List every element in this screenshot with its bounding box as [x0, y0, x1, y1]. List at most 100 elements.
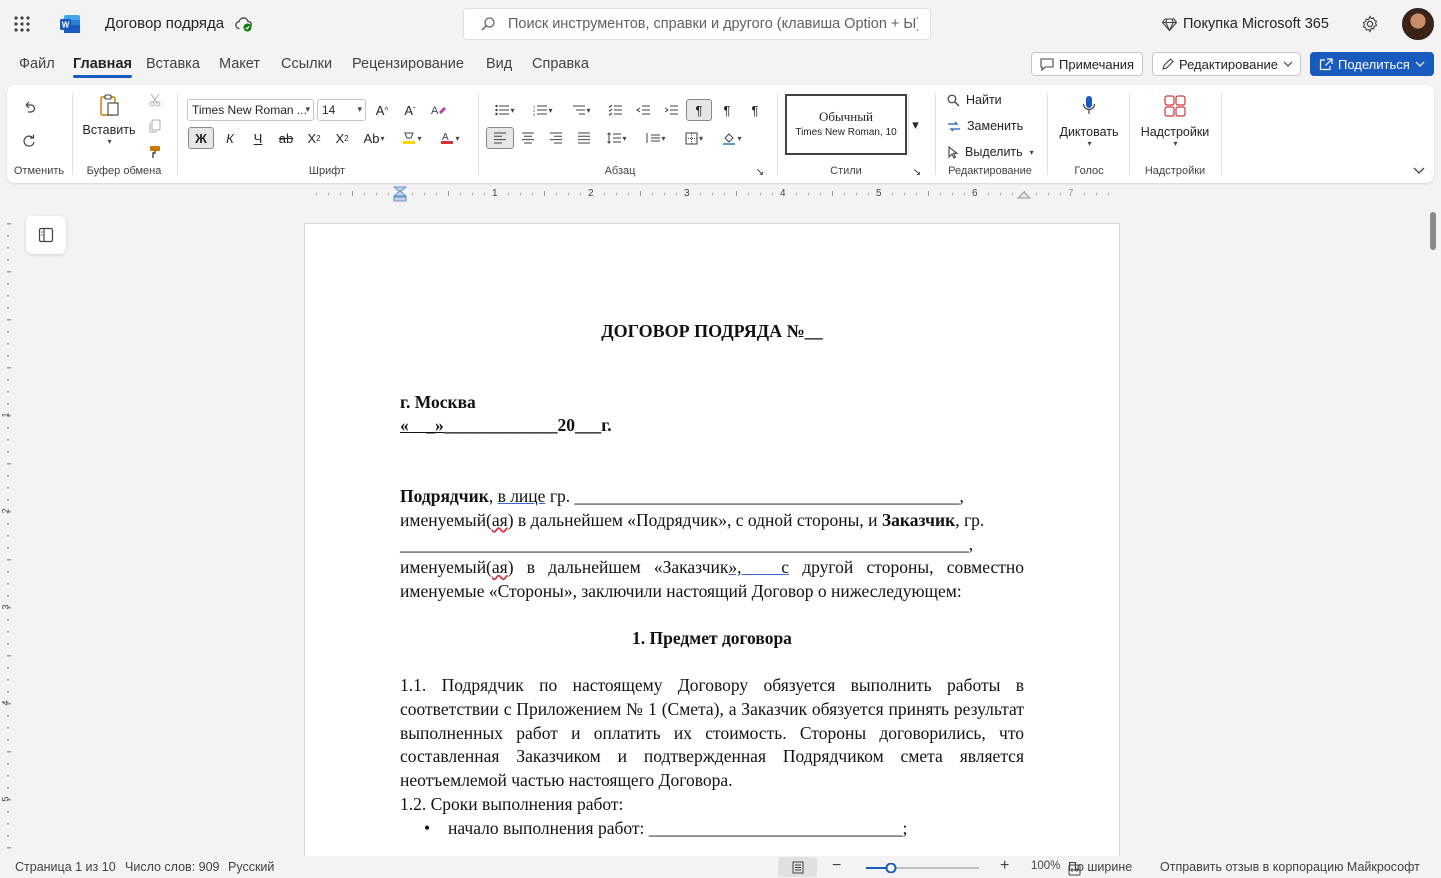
zoom-slider[interactable] — [866, 862, 979, 874]
clipboard-group-label: Буфер обмена — [86, 165, 162, 177]
clear-formatting-icon[interactable]: A — [427, 99, 449, 121]
contractor-term: Подрядчик — [400, 486, 489, 507]
fit-width-button[interactable]: По ширине — [1068, 860, 1132, 876]
search-input[interactable] — [508, 14, 918, 34]
strikethrough-icon[interactable]: ab — [275, 127, 297, 149]
page-count[interactable]: Страница 1 из 10 — [15, 860, 116, 874]
addins-button[interactable]: Надстройки ▾ — [1135, 95, 1215, 148]
rtl-paragraph-icon[interactable]: ¶ — [716, 99, 738, 121]
checklist-icon[interactable] — [604, 99, 626, 121]
decrease-indent-icon[interactable] — [632, 99, 654, 121]
style-description: Times New Roman, 10 — [795, 127, 897, 138]
justify-icon[interactable] — [573, 127, 595, 149]
align-right-icon[interactable] — [545, 127, 567, 149]
font-color-icon[interactable]: A ▾ — [435, 127, 465, 149]
tab-view[interactable]: Вид — [486, 56, 512, 72]
word-count[interactable]: Число слов: 909 — [125, 860, 220, 874]
borders-icon[interactable]: ▾ — [679, 127, 709, 149]
buy-microsoft-365-button[interactable]: Покупка Microsoft 365 — [1162, 14, 1329, 34]
styles-gallery-expand-icon[interactable]: ▾ — [908, 94, 922, 155]
font-name-select[interactable]: Times New Roman ... ▾ — [187, 99, 314, 121]
superscript-icon[interactable]: X2 — [331, 127, 353, 149]
bold-button[interactable]: Ж — [188, 127, 214, 149]
bullets-icon[interactable]: ▾ — [490, 99, 520, 121]
print-layout-view-button[interactable] — [778, 857, 817, 877]
tab-home[interactable]: Главная — [73, 56, 132, 78]
format-painter-icon[interactable] — [144, 141, 166, 163]
highlight-icon[interactable]: ▾ — [397, 127, 427, 149]
vertical-ruler[interactable]: 1 2 3 4 5 — [0, 205, 16, 853]
horizontal-ruler[interactable]: 1 2 3 4 5 6 7 — [304, 186, 1120, 202]
multilevel-list-icon[interactable]: ▾ — [566, 99, 596, 121]
document-page[interactable]: ДОГОВОР ПОДРЯДА №__ г. Москва « _»______… — [304, 223, 1120, 863]
redo-icon[interactable] — [18, 130, 40, 152]
increase-indent-icon[interactable] — [660, 99, 682, 121]
tab-references[interactable]: Ссылки — [281, 56, 332, 72]
ribbon: Отменить Вставить ▾ Буфер обмена Times N… — [7, 85, 1434, 183]
indent-marker-icon[interactable] — [393, 186, 407, 202]
vruler-tick — [7, 271, 11, 273]
dictate-button[interactable]: Диктовать ▾ — [1054, 95, 1124, 148]
shading-icon[interactable]: ▾ — [717, 127, 747, 149]
zoom-in-icon[interactable]: + — [1000, 857, 1009, 875]
settings-gear-icon[interactable] — [1361, 15, 1379, 33]
bullet-item[interactable]: • начало выполнения работ: ______________… — [400, 817, 1024, 841]
document-title[interactable]: Договор подряда — [105, 15, 224, 32]
numbering-icon[interactable]: 1 2 3 ▾ — [528, 99, 558, 121]
app-launcher-icon[interactable] — [12, 14, 32, 34]
tab-insert[interactable]: Вставка — [146, 56, 200, 72]
parties-paragraph[interactable]: Подрядчик, в лице гр. __________________… — [400, 485, 1024, 604]
subscript-icon[interactable]: X2 — [303, 127, 325, 149]
document-body[interactable]: ДОГОВОР ПОДРЯДА №__ г. Москва « _»______… — [400, 320, 1024, 840]
tab-file[interactable]: Файл — [19, 56, 55, 72]
tab-layout[interactable]: Макет — [219, 56, 260, 72]
show-marks-icon[interactable]: ¶ — [744, 99, 766, 121]
ltr-paragraph-icon[interactable]: ¶ — [686, 99, 712, 121]
cloud-saved-icon[interactable] — [235, 15, 253, 33]
share-button[interactable]: Поделиться — [1310, 52, 1434, 76]
vertical-scrollbar[interactable] — [1430, 212, 1436, 250]
replace-button[interactable]: Заменить — [947, 119, 1023, 133]
feedback-link[interactable]: Отправить отзыв в корпорацию Майкрософт — [1160, 860, 1420, 874]
align-left-icon[interactable] — [486, 127, 514, 149]
grow-font-icon[interactable]: A ^ — [371, 99, 393, 121]
undo-icon[interactable] — [18, 96, 40, 118]
section-heading[interactable]: 1. Предмет договора — [400, 627, 1024, 651]
zoom-out-icon[interactable]: − — [832, 857, 841, 875]
italic-button[interactable]: К — [219, 127, 241, 149]
paragraph-spacing-icon[interactable]: ▾ — [641, 127, 671, 149]
line-spacing-icon[interactable]: ▾ — [601, 127, 633, 149]
select-button[interactable]: Выделить ▾ — [947, 145, 1034, 159]
align-center-icon[interactable] — [517, 127, 539, 149]
right-indent-marker-icon[interactable] — [1017, 188, 1031, 200]
city-line[interactable]: г. Москва — [400, 391, 1024, 415]
tab-review[interactable]: Рецензирование — [352, 56, 464, 72]
cut-icon[interactable] — [144, 89, 166, 111]
user-avatar[interactable] — [1402, 8, 1434, 40]
copy-icon[interactable] — [144, 115, 166, 137]
ruler-tick — [436, 193, 437, 195]
customer-term: Заказчик — [881, 509, 956, 530]
underline-button[interactable]: Ч — [247, 127, 269, 149]
tab-help[interactable]: Справка — [532, 56, 589, 72]
font-size-select[interactable]: 14 ▾ — [317, 99, 366, 121]
clause-1-1[interactable]: 1.1. Подрядчик по настоящему Договору об… — [400, 674, 1024, 793]
clause-1-2[interactable]: 1.2. Сроки выполнения работ: — [400, 793, 1024, 817]
styles-launcher-icon[interactable]: ↘ — [910, 165, 924, 179]
shrink-font-icon[interactable]: Aˇ — [399, 99, 421, 121]
editing-mode-button[interactable]: Редактирование — [1152, 52, 1301, 76]
navigation-pane-button[interactable] — [26, 216, 66, 254]
style-normal-tile[interactable]: Обычный Times New Roman, 10 — [785, 94, 907, 155]
vruler-number: 5 — [0, 796, 11, 802]
find-button[interactable]: Найти — [947, 93, 1002, 107]
change-case-icon[interactable]: Ab ▾ — [359, 127, 389, 149]
search-box[interactable] — [463, 8, 931, 40]
language[interactable]: Русский — [228, 860, 274, 874]
date-line[interactable]: « _»_____________20___г. — [400, 414, 1024, 438]
comments-button[interactable]: Примечания — [1031, 52, 1143, 76]
zoom-level[interactable]: 100% — [1031, 860, 1060, 872]
collapse-ribbon-chevron-icon[interactable] — [1408, 159, 1430, 181]
paragraph-settings-launcher-icon[interactable]: ↘ — [753, 165, 767, 179]
document-heading[interactable]: ДОГОВОР ПОДРЯДА №__ — [400, 320, 1024, 344]
paste-button[interactable]: Вставить ▾ — [80, 93, 138, 146]
